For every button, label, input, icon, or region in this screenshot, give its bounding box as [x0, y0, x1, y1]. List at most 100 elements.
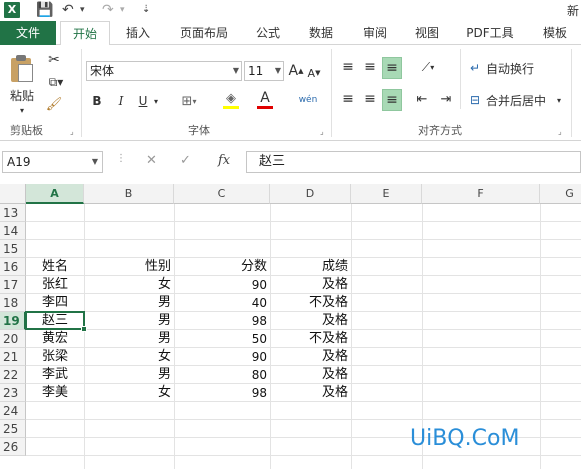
tab-home[interactable]: 开始	[60, 21, 110, 46]
row-header-14[interactable]: 14	[0, 222, 26, 240]
wrap-text-button[interactable]: 自动换行	[486, 59, 546, 77]
alignment-launcher-icon[interactable]: ⌟	[558, 127, 562, 136]
fill-handle[interactable]	[81, 326, 87, 332]
merge-center-icon[interactable]: ⊟	[466, 91, 484, 109]
insert-function-button[interactable]: fx	[218, 153, 230, 168]
row-header-24[interactable]: 24	[0, 402, 26, 420]
tab-view[interactable]: 视图	[404, 21, 450, 45]
cell-d18[interactable]: 不及格	[270, 294, 351, 312]
row-header-13[interactable]: 13	[0, 204, 26, 222]
cell-c18[interactable]: 40	[174, 294, 270, 312]
grow-font-button[interactable]: A ▲	[288, 61, 304, 81]
cut-icon[interactable]: ✂	[44, 51, 64, 69]
cell-a18[interactable]: 李四	[26, 294, 84, 312]
underline-button[interactable]: U	[136, 91, 150, 111]
cell-a22[interactable]: 李武	[26, 366, 84, 384]
column-header-d[interactable]: D	[270, 184, 351, 204]
increase-indent-icon[interactable]: ⇥	[436, 89, 456, 109]
column-header-a[interactable]: A	[26, 184, 84, 204]
redo-dropdown-icon[interactable]: ▾	[120, 1, 125, 19]
font-launcher-icon[interactable]: ⌟	[320, 127, 324, 136]
row-header-18[interactable]: 18	[0, 294, 26, 312]
row-header-16[interactable]: 16	[0, 258, 26, 276]
cell-a21[interactable]: 张梁	[26, 348, 84, 366]
align-left-icon[interactable]: ≡	[338, 89, 358, 109]
cell-c17[interactable]: 90	[174, 276, 270, 294]
cell-b19[interactable]: 男	[84, 312, 174, 330]
cell-d19[interactable]: 及格	[270, 312, 351, 330]
align-center-icon[interactable]: ≡	[360, 89, 380, 109]
clipboard-launcher-icon[interactable]: ⌟	[70, 127, 74, 136]
copy-icon[interactable]: ⧉▾	[44, 73, 68, 91]
font-name-combo[interactable]: 宋体 ▼	[86, 61, 242, 81]
tab-insert[interactable]: 插入	[114, 21, 162, 45]
tab-file[interactable]: 文件	[0, 21, 56, 45]
row-header-15[interactable]: 15	[0, 240, 26, 258]
customize-qat-icon[interactable]: ⇣	[142, 1, 150, 19]
paste-icon[interactable]	[6, 51, 38, 87]
cell-c20[interactable]: 50	[174, 330, 270, 348]
row-header-26[interactable]: 26	[0, 438, 26, 456]
cell-b22[interactable]: 男	[84, 366, 174, 384]
font-color-icon[interactable]: A	[250, 89, 280, 111]
row-header-20[interactable]: 20	[0, 330, 26, 348]
row-header-17[interactable]: 17	[0, 276, 26, 294]
border-icon[interactable]: ⊞ ▾	[176, 91, 202, 111]
cell-b23[interactable]: 女	[84, 384, 174, 402]
row-header-25[interactable]: 25	[0, 420, 26, 438]
tab-templates[interactable]: 模板	[532, 21, 578, 45]
column-header-b[interactable]: B	[84, 184, 174, 204]
name-box[interactable]: A19 ▼	[2, 151, 103, 173]
cell-a16[interactable]: 姓名	[26, 258, 84, 276]
format-painter-icon[interactable]: 🖌	[44, 95, 64, 113]
column-header-c[interactable]: C	[174, 184, 270, 204]
align-middle-icon[interactable]: ≡	[360, 57, 380, 77]
cell-d23[interactable]: 及格	[270, 384, 351, 402]
cell-c21[interactable]: 90	[174, 348, 270, 366]
cell-b21[interactable]: 女	[84, 348, 174, 366]
cell-c19[interactable]: 98	[174, 312, 270, 330]
column-header-f[interactable]: F	[422, 184, 540, 204]
redo-icon[interactable]: ↷	[102, 1, 114, 19]
cell-b20[interactable]: 男	[84, 330, 174, 348]
fill-color-icon[interactable]: ◈	[216, 89, 246, 111]
wrap-text-icon[interactable]: ↵	[466, 59, 484, 77]
decrease-indent-icon[interactable]: ⇤	[412, 89, 432, 109]
row-header-21[interactable]: 21	[0, 348, 26, 366]
paste-button[interactable]: 粘贴	[6, 87, 38, 103]
merge-center-button[interactable]: 合并后居中	[486, 91, 552, 109]
tab-data[interactable]: 数据	[298, 21, 344, 45]
cell-c16[interactable]: 分数	[174, 258, 270, 276]
italic-button[interactable]: I	[112, 91, 130, 111]
cell-d16[interactable]: 成绩	[270, 258, 351, 276]
tab-pdf-tools[interactable]: PDF工具	[458, 21, 522, 45]
row-header-22[interactable]: 22	[0, 366, 26, 384]
merge-dropdown-icon[interactable]: ▾	[554, 91, 564, 109]
cell-b17[interactable]: 女	[84, 276, 174, 294]
align-top-icon[interactable]: ≡	[338, 57, 358, 77]
select-all-corner[interactable]	[0, 184, 26, 204]
row-header-23[interactable]: 23	[0, 384, 26, 402]
cell-a23[interactable]: 李美	[26, 384, 84, 402]
orientation-icon[interactable]: ⟋ ▾	[414, 57, 442, 77]
shrink-font-button[interactable]: A ▼	[306, 63, 322, 83]
font-size-combo[interactable]: 11 ▼	[244, 61, 284, 81]
row-header-19[interactable]: 19	[0, 312, 26, 330]
underline-dropdown-icon[interactable]: ▾	[151, 91, 161, 111]
formula-input[interactable]: 赵三	[246, 151, 581, 173]
cell-d21[interactable]: 及格	[270, 348, 351, 366]
undo-dropdown-icon[interactable]: ▾	[80, 1, 85, 19]
cancel-icon[interactable]: ✕	[146, 153, 157, 168]
cell-a20[interactable]: 黄宏	[26, 330, 84, 348]
tab-formulas[interactable]: 公式	[246, 21, 290, 45]
cell-d17[interactable]: 及格	[270, 276, 351, 294]
tab-page-layout[interactable]: 页面布局	[170, 21, 238, 45]
column-header-g[interactable]: G	[540, 184, 581, 204]
cell-c23[interactable]: 98	[174, 384, 270, 402]
tab-review[interactable]: 审阅	[352, 21, 398, 45]
cell-b16[interactable]: 性别	[84, 258, 174, 276]
cell-a17[interactable]: 张红	[26, 276, 84, 294]
enter-icon[interactable]: ✓	[180, 153, 191, 168]
phonetic-guide-button[interactable]: wén	[294, 89, 322, 111]
align-bottom-icon[interactable]: ≡	[382, 57, 402, 79]
